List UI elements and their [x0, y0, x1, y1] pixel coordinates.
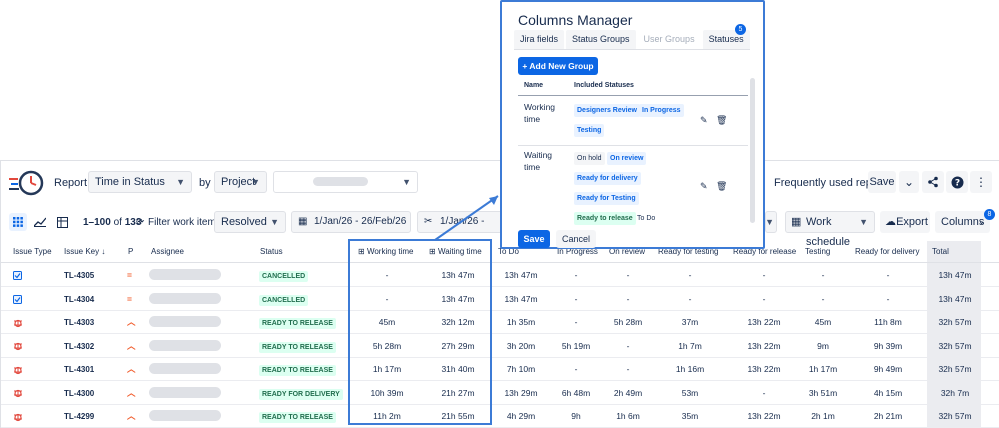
add-new-group-button[interactable]: + Add New Group	[518, 57, 598, 75]
dialog-title: Columns Manager	[518, 12, 633, 28]
columns-manager-dialog: Columns Manager Jira fields Status Group…	[500, 0, 765, 249]
status-chip: Testing	[574, 124, 605, 137]
tab-jira-fields[interactable]: Jira fields	[514, 30, 565, 50]
status-chip: In Progress	[639, 104, 684, 117]
delete-trash-icon[interactable]: 🗑	[716, 115, 727, 126]
status-chip: Ready to release	[574, 212, 636, 225]
header-divider	[518, 95, 748, 96]
status-chip: On hold	[574, 152, 605, 165]
status-chip: Designers Review	[574, 104, 640, 117]
status-chip: To Do	[637, 215, 656, 222]
column-included-header: Included Statuses	[574, 82, 634, 89]
group-name-working-time: Working time	[524, 102, 556, 124]
dialog-cancel-button[interactable]: Cancel	[556, 230, 596, 248]
tabs-divider	[514, 49, 750, 50]
statuses-count-badge: 5	[735, 24, 746, 35]
status-chip: Ready for delivery	[574, 172, 641, 185]
edit-pencil-icon[interactable]: ✎	[700, 181, 708, 192]
column-name-header: Name	[524, 82, 544, 89]
status-chip: On review	[607, 152, 647, 165]
tab-user-groups[interactable]: User Groups	[638, 30, 701, 50]
dialog-save-button[interactable]: Save	[518, 230, 550, 248]
edit-pencil-icon[interactable]: ✎	[700, 115, 708, 126]
tab-status-groups[interactable]: Status Groups	[566, 30, 636, 50]
dialog-scrollbar[interactable]	[750, 78, 755, 223]
dialog-tabs: Jira fields Status Groups User Groups St…	[514, 30, 752, 50]
delete-trash-icon[interactable]: 🗑	[716, 181, 727, 192]
status-chip: Ready for Testing	[574, 192, 639, 205]
row-divider	[518, 145, 748, 146]
group-name-waiting-time: Waiting time	[524, 150, 553, 172]
